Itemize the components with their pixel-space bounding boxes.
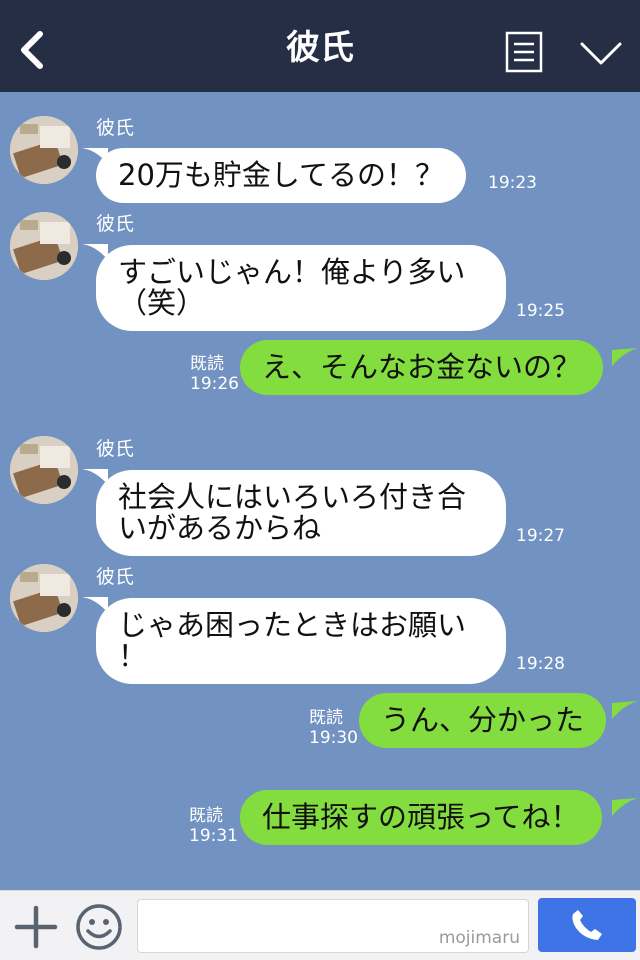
avatar[interactable] bbox=[10, 212, 78, 280]
sender-name: 彼氏 bbox=[96, 117, 135, 139]
watermark-text: mojimaru bbox=[438, 928, 520, 948]
message-line: すごいじゃん！俺より多い bbox=[118, 255, 466, 289]
read-receipt: 既読 19:31 bbox=[189, 806, 238, 846]
read-label: 既読 bbox=[190, 354, 224, 374]
avatar[interactable] bbox=[10, 436, 78, 504]
sender-name: 彼氏 bbox=[96, 213, 135, 235]
read-label: 既読 bbox=[309, 708, 343, 728]
message-bubble[interactable]: すごいじゃん！俺より多い （笑） bbox=[96, 245, 506, 331]
message-line: ！ bbox=[118, 639, 148, 673]
chevron-down-icon[interactable] bbox=[578, 36, 624, 70]
avatar[interactable] bbox=[10, 564, 78, 632]
sender-name: 彼氏 bbox=[96, 438, 135, 460]
avatar-photo-icon bbox=[10, 116, 78, 184]
message-line: 社会人にはいろいろ付き合 bbox=[118, 480, 467, 514]
read-label: 既読 bbox=[189, 806, 223, 826]
message-bubble[interactable]: 20万も貯金してるの！？ bbox=[96, 148, 467, 203]
message-time: 19:27 bbox=[516, 526, 565, 546]
message-input[interactable]: mojimaru bbox=[137, 899, 529, 953]
avatar-photo-icon bbox=[10, 212, 78, 280]
message-time: 19:28 bbox=[516, 654, 565, 674]
avatar-photo-icon bbox=[10, 436, 78, 504]
smile-icon[interactable] bbox=[74, 902, 124, 952]
message-time: 19:30 bbox=[309, 728, 358, 748]
message-text: え、そんなお金ないの？ bbox=[262, 350, 582, 384]
bubble-tail bbox=[612, 701, 638, 719]
message-time: 19:23 bbox=[488, 173, 537, 193]
message-text: うん、分かった bbox=[381, 703, 585, 737]
call-button[interactable] bbox=[538, 898, 636, 952]
message-time: 19:31 bbox=[189, 826, 238, 846]
message-bubble[interactable]: うん、分かった bbox=[359, 693, 607, 748]
message-bubble[interactable]: 仕事探すの頑張ってね！ bbox=[240, 790, 602, 845]
list-icon[interactable] bbox=[505, 31, 543, 73]
message-line: じゃあ困ったときはお願い bbox=[118, 608, 467, 642]
message-bubble[interactable]: 社会人にはいろいろ付き合 いがあるからね bbox=[96, 470, 506, 556]
avatar[interactable] bbox=[10, 116, 78, 184]
chevron-left-icon[interactable] bbox=[14, 28, 50, 72]
message-bubble[interactable]: じゃあ困ったときはお願い ！ bbox=[96, 598, 506, 684]
phone-icon bbox=[572, 910, 602, 940]
message-time: 19:25 bbox=[516, 301, 565, 321]
read-receipt: 既読 19:26 bbox=[190, 354, 239, 394]
message-line: （笑） bbox=[118, 286, 206, 320]
message-bubble[interactable]: え、そんなお金ないの？ bbox=[240, 340, 604, 395]
avatar-photo-icon bbox=[10, 564, 78, 632]
message-text: 仕事探すの頑張ってね！ bbox=[262, 800, 580, 834]
read-receipt: 既読 19:30 bbox=[309, 708, 358, 748]
bubble-tail bbox=[612, 348, 638, 366]
message-time: 19:26 bbox=[190, 374, 239, 394]
bubble-tail bbox=[612, 798, 638, 816]
chat-title: 彼氏 bbox=[286, 28, 354, 68]
message-input-bar: mojimaru bbox=[0, 890, 640, 960]
chat-area[interactable]: 彼氏 20万も貯金してるの！？ 19:23 彼氏 すごいじゃん！俺より多い （笑… bbox=[0, 92, 640, 890]
sender-name: 彼氏 bbox=[96, 566, 135, 588]
message-text: 20万も貯金してるの！？ bbox=[118, 158, 445, 192]
message-line: いがあるからね bbox=[118, 511, 322, 545]
chat-header: 彼氏 bbox=[0, 0, 640, 92]
plus-icon[interactable] bbox=[14, 905, 58, 949]
